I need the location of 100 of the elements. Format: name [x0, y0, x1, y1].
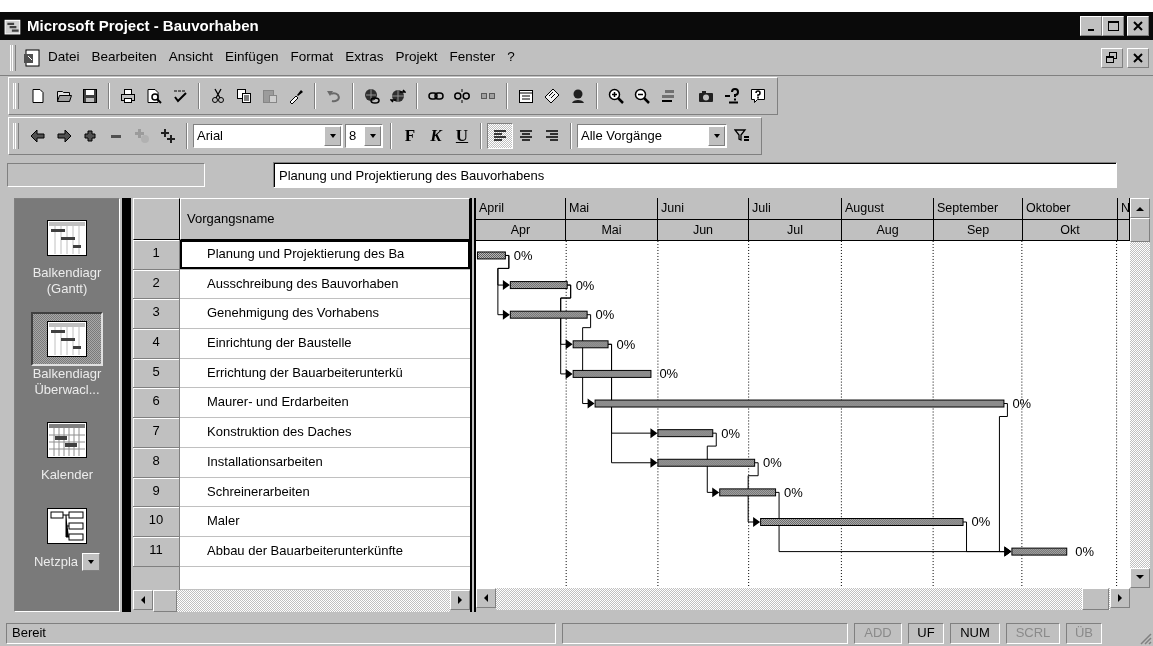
- status-indicator: NUM: [950, 622, 1000, 644]
- scroll-up-button[interactable]: [1130, 198, 1150, 218]
- view-button[interactable]: [31, 312, 103, 367]
- clipboard-icon: [262, 88, 278, 104]
- task-bar[interactable]: [572, 340, 609, 349]
- task-name-cell[interactable]: Genehmigung des Vorhabens: [180, 299, 470, 330]
- task-name-cell[interactable]: Ausschreibung des Bauvorhaben: [180, 269, 470, 300]
- broken-link-icon: [454, 88, 470, 104]
- menu-item[interactable]: Datei: [42, 47, 86, 68]
- row-number: 11: [133, 536, 180, 567]
- task-bar[interactable]: [657, 429, 714, 438]
- status-message: Bereit: [6, 622, 556, 644]
- maximize-button[interactable]: [1102, 16, 1124, 36]
- print-preview-icon: [146, 88, 162, 104]
- brush-icon: [288, 88, 304, 104]
- scroll-thumb[interactable]: [1130, 218, 1150, 242]
- row-number: 7: [133, 418, 180, 448]
- scroll-right-button[interactable]: [1110, 588, 1130, 608]
- column-header[interactable]: Vorgangsname: [180, 198, 470, 240]
- timescale-label: Juni: [658, 198, 749, 219]
- scroll-thumb[interactable]: [1082, 588, 1109, 610]
- scroll-left-button[interactable]: [133, 590, 153, 610]
- camera-icon: [698, 88, 714, 104]
- menu-item[interactable]: Format: [284, 47, 340, 68]
- underline-button[interactable]: U: [449, 123, 475, 149]
- view-label: Kalender: [39, 467, 94, 483]
- task-bar[interactable]: [760, 518, 964, 526]
- pane-splitter[interactable]: [470, 198, 476, 612]
- view-scroll-button[interactable]: [82, 552, 101, 571]
- filter-icon: [734, 128, 750, 144]
- task-bar[interactable]: [657, 458, 756, 467]
- dropdown-arrow-icon: [328, 132, 337, 140]
- task-name-cell[interactable]: Planung und Projektierung des Ba: [180, 240, 470, 270]
- right-arrow-icon: [456, 595, 464, 605]
- restore-button[interactable]: [1101, 47, 1123, 68]
- scroll-thumb[interactable]: [153, 590, 177, 612]
- progress-label: 0%: [784, 484, 803, 500]
- globe-chain-icon: [364, 88, 380, 104]
- menu-item[interactable]: Extras: [339, 47, 390, 68]
- align-left-button[interactable]: [487, 123, 513, 149]
- corner-cell[interactable]: [133, 198, 180, 240]
- right-arrow-icon: [1116, 593, 1124, 603]
- row-number: 10: [133, 507, 180, 537]
- left-arrow-icon: [30, 128, 46, 144]
- minus-icon: [111, 134, 121, 138]
- copy-icon: [236, 88, 252, 104]
- minimize-button[interactable]: [1080, 16, 1102, 36]
- scroll-down-button[interactable]: [1130, 568, 1150, 588]
- entry-field[interactable]: Planung und Projektierung des Bauvorhabens: [273, 162, 1117, 188]
- toolbar-grip[interactable]: [13, 83, 19, 109]
- menu-item[interactable]: Projekt: [389, 47, 444, 68]
- bold-button[interactable]: F: [397, 123, 423, 149]
- dependency-arrow: [706, 432, 720, 498]
- align-center-icon: [518, 128, 534, 144]
- save-icon: [82, 88, 98, 104]
- task-bars-icon: [660, 88, 676, 104]
- down-arrow-icon: [1135, 574, 1145, 582]
- task-name-cell[interactable]: Abbau der Bauarbeiterunterkünfte: [180, 536, 470, 567]
- spellcheck-icon: [172, 88, 188, 104]
- task-name-cell[interactable]: Konstruktion des Daches: [180, 418, 470, 448]
- window-title: Microsoft Project - Bauvorhaben: [27, 17, 259, 35]
- scroll-left-button[interactable]: [476, 588, 496, 608]
- plus-clock-icon: [134, 128, 150, 144]
- close-button[interactable]: [1127, 16, 1149, 36]
- menu-item[interactable]: Einfügen: [219, 47, 285, 68]
- close-button[interactable]: [1127, 47, 1149, 68]
- task-name-cell[interactable]: Maler: [180, 507, 470, 537]
- task-bar[interactable]: [509, 281, 568, 290]
- row-number: 5: [133, 358, 180, 389]
- left-arrow-icon: [139, 595, 147, 605]
- menu-item[interactable]: Bearbeiten: [85, 47, 163, 68]
- filter-select[interactable]: Alle Vorgänge: [577, 124, 727, 148]
- status-indicator: UF: [908, 622, 944, 644]
- italic-button[interactable]: K: [423, 123, 449, 149]
- toolbar-grip[interactable]: [13, 123, 19, 149]
- form-icon: [518, 88, 534, 104]
- gantt-chart-icon: [47, 321, 87, 358]
- menu-item[interactable]: Fenster: [443, 47, 502, 68]
- task-name-cell[interactable]: Errichtung der Bauarbeiterunterkü: [180, 358, 470, 389]
- scroll-right-button[interactable]: [450, 590, 470, 610]
- person-icon: [570, 88, 586, 104]
- progress-label: 0%: [1012, 396, 1032, 411]
- right-arrow-icon: [56, 128, 72, 144]
- font-size-select[interactable]: 8: [345, 124, 383, 148]
- toolbar-grip[interactable]: [10, 44, 16, 71]
- timescale-label: September: [934, 198, 1023, 219]
- task-name-cell[interactable]: Maurer- und Erdarbeiten: [180, 388, 470, 419]
- task-bar[interactable]: [572, 369, 652, 378]
- note-icon: [544, 88, 560, 104]
- task-bar[interactable]: [476, 251, 506, 260]
- font-select[interactable]: Arial: [193, 124, 343, 148]
- progress-label: 0%: [763, 455, 782, 471]
- task-name-cell[interactable]: Einrichtung der Baustelle: [180, 329, 470, 359]
- task-name-cell[interactable]: Schreinerarbeiten: [180, 477, 470, 508]
- progress-label: 0%: [659, 366, 679, 382]
- task-bar[interactable]: [509, 310, 588, 319]
- help-cursor-icon: [724, 88, 740, 104]
- task-name-cell[interactable]: Installationsarbeiten: [180, 447, 470, 478]
- menu-item[interactable]: Ansicht: [162, 47, 220, 68]
- menu-item[interactable]: ?: [501, 47, 521, 68]
